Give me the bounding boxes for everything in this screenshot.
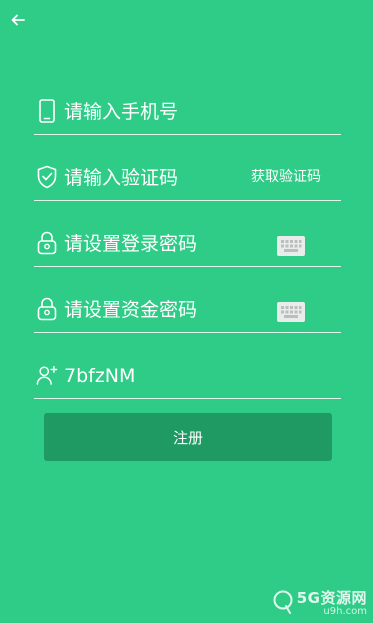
phone-input[interactable]: [64, 96, 341, 128]
keyboard-icon[interactable]: [277, 302, 305, 322]
login-password-row: [34, 202, 341, 267]
register-button[interactable]: 注册: [44, 413, 332, 461]
login-password-input[interactable]: [64, 228, 271, 260]
shield-check-icon: [36, 164, 58, 190]
code-input[interactable]: [64, 162, 241, 194]
lock-icon: [36, 296, 58, 322]
watermark-brand: 5G资源网: [296, 589, 367, 607]
register-form: 获取验证码: [34, 70, 341, 399]
invite-code-input[interactable]: [64, 360, 341, 392]
phone-row: [34, 70, 341, 135]
code-row: 获取验证码: [34, 136, 341, 201]
arrow-left-icon: [11, 14, 25, 26]
add-user-icon: [36, 362, 58, 388]
back-button[interactable]: [6, 8, 30, 32]
fund-password-input[interactable]: [64, 294, 271, 326]
fund-password-row: [34, 268, 341, 333]
watermark: 5G资源网 u9h.com: [272, 587, 367, 617]
lock-icon: [36, 230, 58, 256]
watermark-logo-icon: [273, 590, 293, 614]
phone-icon: [36, 98, 58, 124]
keyboard-icon[interactable]: [277, 236, 305, 256]
invite-row: [34, 334, 341, 399]
get-code-button[interactable]: 获取验证码: [251, 166, 321, 186]
